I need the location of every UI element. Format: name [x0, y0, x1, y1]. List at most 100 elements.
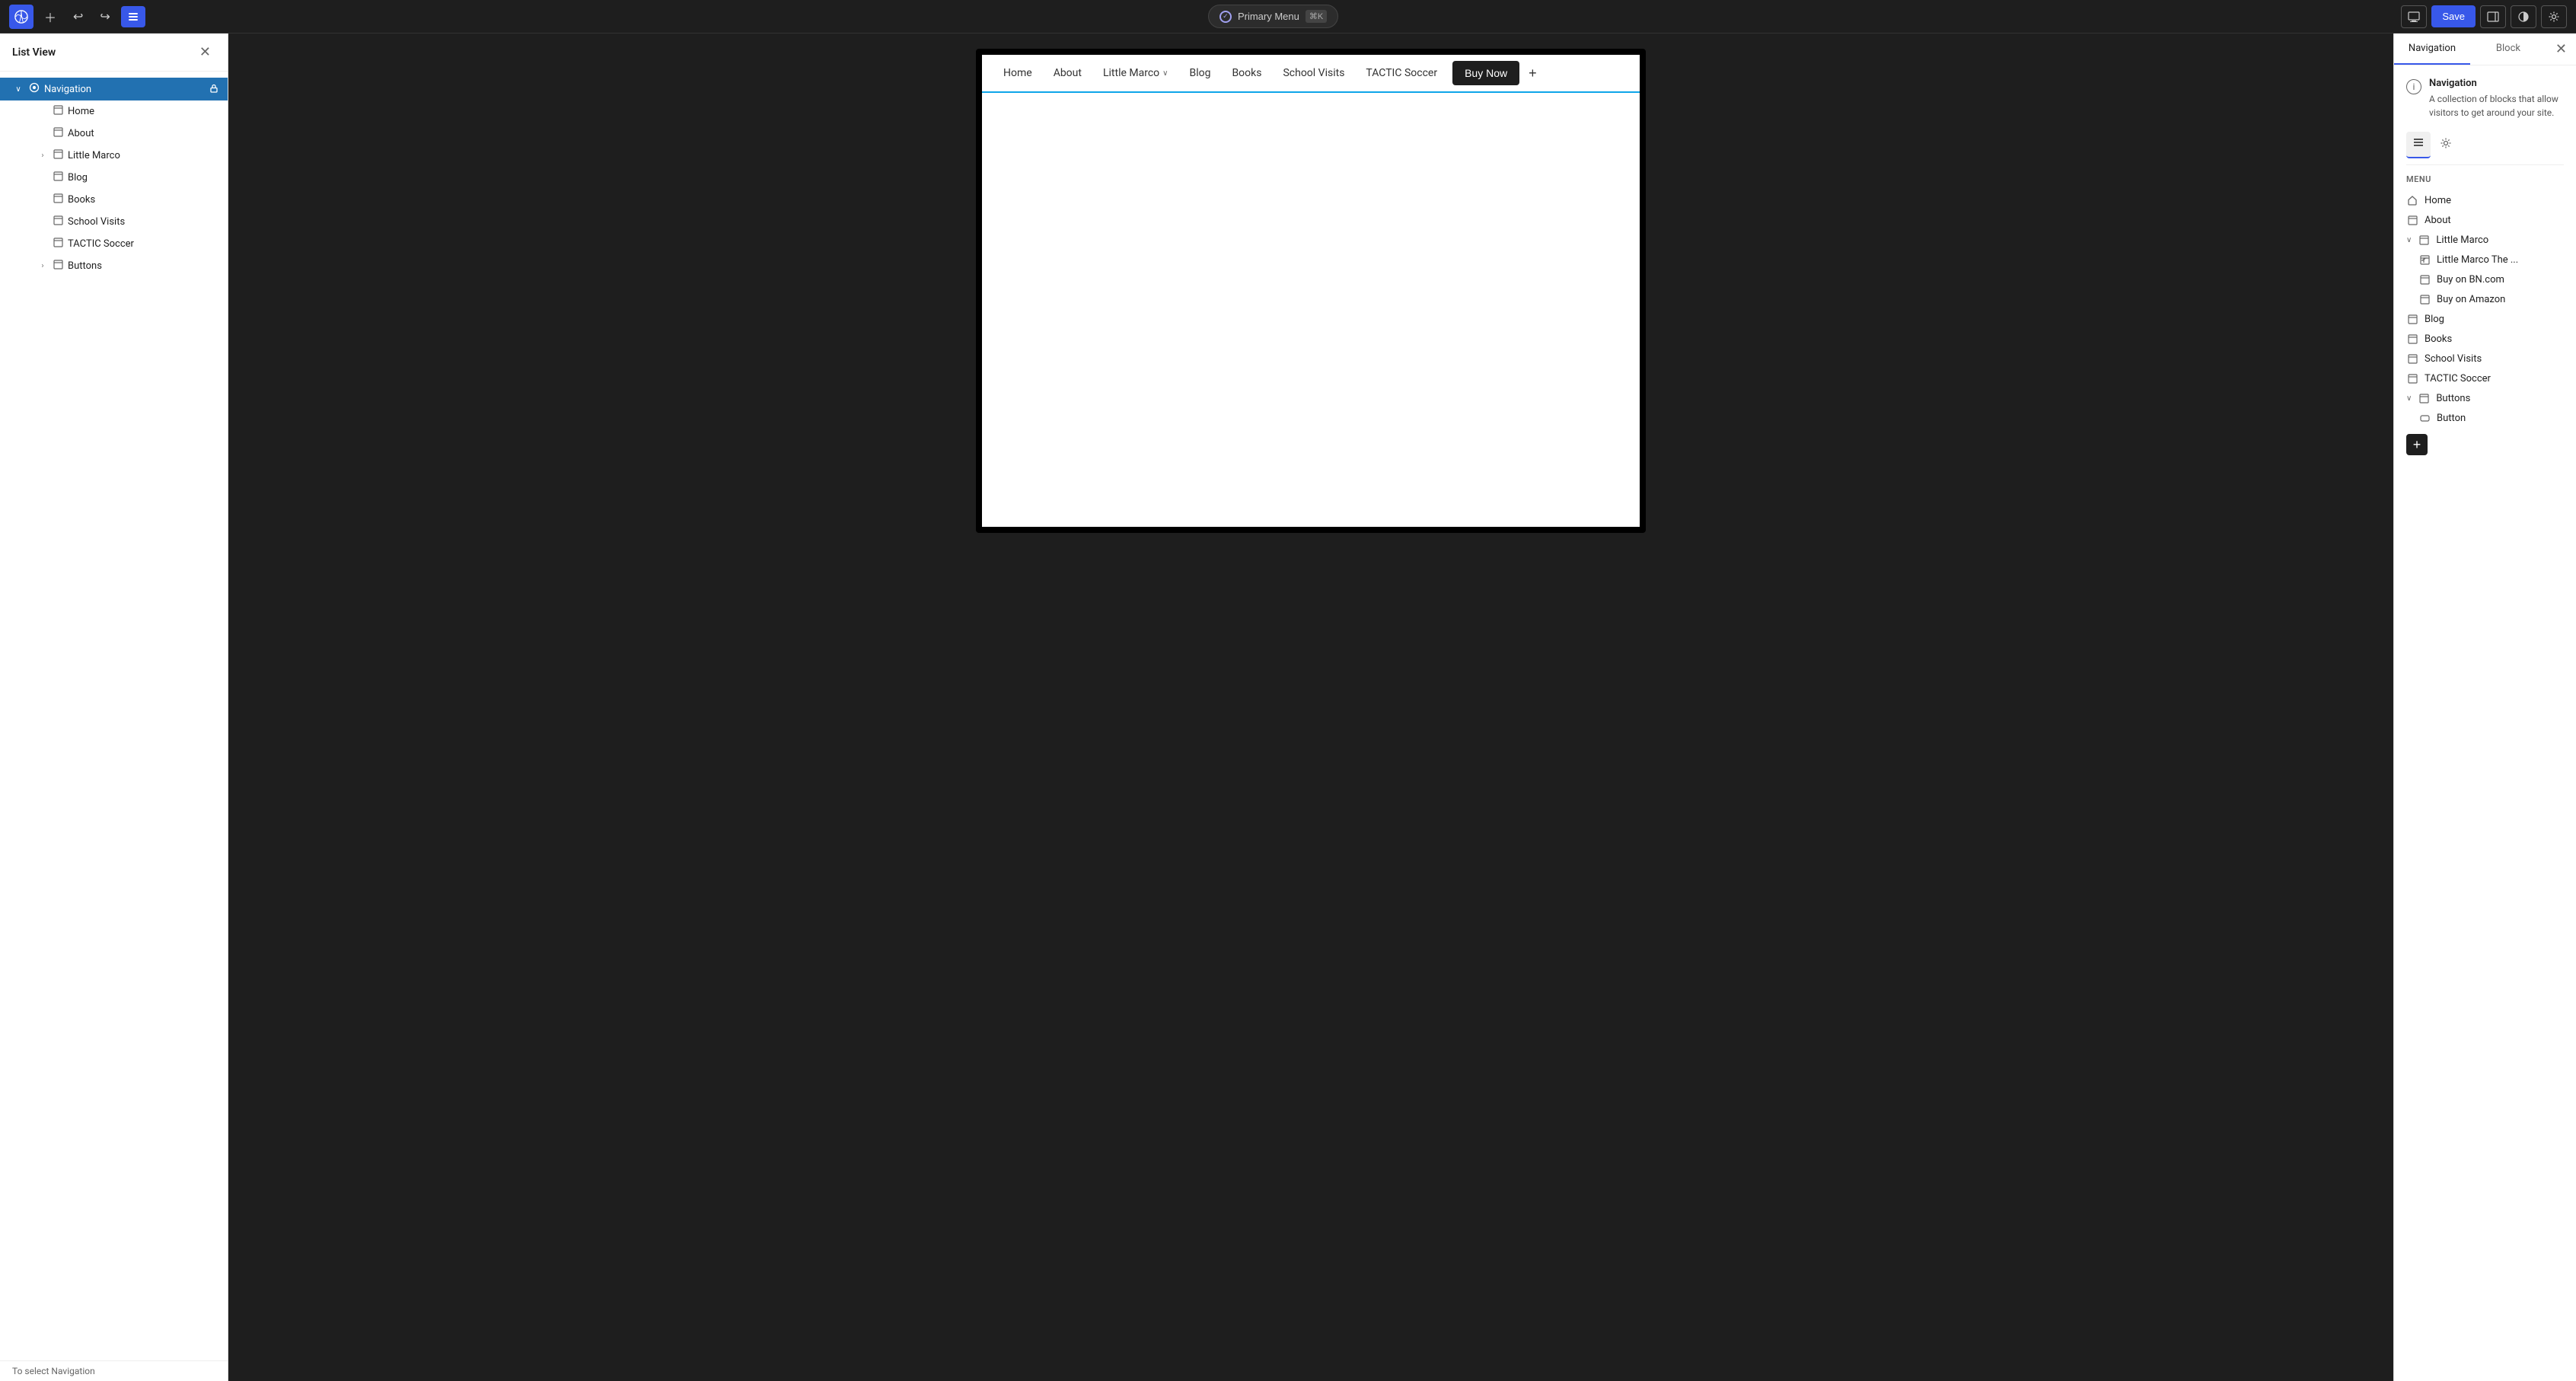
menu-item-home-label: Home: [2425, 195, 2451, 206]
nav-school-visits[interactable]: School Visits: [1274, 61, 1353, 85]
list-settings-tab[interactable]: [2406, 132, 2431, 158]
menu-section: Menu Home: [2406, 174, 2564, 461]
redo-button[interactable]: ↪: [94, 5, 116, 29]
toolbar-center: Primary Menu ⌘K: [150, 5, 2397, 28]
tree-item-about[interactable]: About: [0, 123, 228, 145]
right-panel-sub-tabs: [2406, 132, 2564, 165]
nav-home[interactable]: Home: [994, 61, 1041, 85]
site-navigation: Home About Little Marco Blog Books Schoo…: [982, 55, 1640, 93]
menu-item-button[interactable]: Button: [2406, 408, 2564, 428]
tree-item-navigation[interactable]: ∨ Navigation: [0, 78, 228, 100]
expand-little-marco[interactable]: ›: [37, 150, 49, 162]
home-page-icon: [53, 105, 63, 118]
nav-blog[interactable]: Blog: [1180, 61, 1219, 85]
nav-add-item[interactable]: +: [1522, 62, 1543, 85]
navigation-info-title: Navigation: [2429, 78, 2564, 89]
little-marco-menu-icon: [2418, 234, 2430, 246]
toolbar: ＋ ↩ ↪ Primary Menu ⌘K Save: [0, 0, 2576, 33]
primary-menu-label: Primary Menu: [1238, 11, 1299, 22]
books-menu-icon: [2406, 333, 2418, 345]
nav-about[interactable]: About: [1044, 61, 1091, 85]
add-block-button[interactable]: ＋: [38, 3, 62, 30]
nav-little-marco[interactable]: Little Marco: [1094, 61, 1178, 85]
left-panel: List View ✕ ∨ Navigation: [0, 33, 228, 1381]
tree-item-home[interactable]: Home: [0, 100, 228, 123]
menu-item-buy-on-amazon[interactable]: Buy on Amazon: [2406, 289, 2564, 309]
tree-item-buttons[interactable]: › Buttons: [0, 255, 228, 277]
menu-item-about[interactable]: About: [2406, 210, 2564, 230]
menu-item-books[interactable]: Books: [2406, 329, 2564, 349]
menu-item-little-marco-parent[interactable]: ∨ Little Marco: [2406, 230, 2564, 250]
no-expand: [37, 216, 49, 228]
tree-item-buttons-label: Buttons: [68, 260, 102, 272]
close-right-panel-button[interactable]: ✕: [2546, 35, 2576, 63]
buttons-icon: [53, 260, 63, 273]
main-layout: List View ✕ ∨ Navigation: [0, 33, 2576, 1381]
sidebar-toggle-button[interactable]: [2480, 5, 2506, 28]
menu-item-tactic-soccer[interactable]: TACTIC Soccer: [2406, 368, 2564, 388]
contrast-button[interactable]: [2511, 5, 2536, 28]
close-left-panel-button[interactable]: ✕: [195, 43, 215, 62]
tree-item-about-label: About: [68, 128, 94, 139]
lock-icon: [209, 84, 218, 95]
list-view-button[interactable]: [121, 6, 145, 27]
blog-icon: [53, 171, 63, 184]
tree-item-navigation-label: Navigation: [44, 84, 91, 95]
menu-item-blog[interactable]: Blog: [2406, 309, 2564, 329]
tab-block[interactable]: Block: [2470, 33, 2546, 65]
expand-icon: ∨: [12, 83, 24, 95]
menu-item-home[interactable]: Home: [2406, 190, 2564, 210]
menu-item-school-visits[interactable]: School Visits: [2406, 349, 2564, 368]
menu-item-little-marco-the[interactable]: Little Marco The ...: [2406, 250, 2564, 270]
no-expand: [37, 106, 49, 118]
nav-books[interactable]: Books: [1223, 61, 1270, 85]
little-marco-the-icon: [2418, 254, 2431, 266]
menu-item-little-marco-label: Little Marco: [2436, 234, 2488, 246]
save-button[interactable]: Save: [2431, 5, 2476, 27]
right-panel-content: i Navigation A collection of blocks that…: [2394, 65, 2576, 1381]
little-marco-icon: [53, 149, 63, 162]
buy-on-bn-icon: [2418, 273, 2431, 285]
canvas-inner[interactable]: Home About Little Marco Blog Books Schoo…: [982, 55, 1640, 527]
tree-item-books[interactable]: Books: [0, 189, 228, 211]
tree-item-books-label: Books: [68, 194, 95, 206]
undo-button[interactable]: ↩: [67, 5, 89, 29]
tree-item-tactic-soccer-label: TACTIC Soccer: [68, 238, 134, 250]
buy-on-amazon-icon: [2418, 293, 2431, 305]
tab-navigation[interactable]: Navigation: [2394, 33, 2470, 65]
menu-item-buy-on-bn[interactable]: Buy on BN.com: [2406, 270, 2564, 289]
little-marco-chevron: ∨: [2406, 236, 2412, 244]
school-visits-icon: [53, 215, 63, 228]
right-panel: Navigation Block ✕ i Navigation A collec…: [2393, 33, 2576, 1381]
wordpress-logo[interactable]: [9, 5, 33, 29]
navigation-info-icon: i: [2406, 79, 2421, 94]
navigation-info: i Navigation A collection of blocks that…: [2406, 78, 2564, 120]
right-panel-header: Navigation Block ✕: [2394, 33, 2576, 65]
toolbar-left: ＋ ↩ ↪: [9, 3, 145, 30]
menu-item-buy-on-bn-label: Buy on BN.com: [2437, 274, 2504, 285]
menu-item-buttons-parent[interactable]: ∨ Buttons: [2406, 388, 2564, 408]
navigation-info-description: A collection of blocks that allow visito…: [2429, 92, 2564, 120]
expand-buttons[interactable]: ›: [37, 260, 49, 273]
menu-item-button-label: Button: [2437, 413, 2466, 424]
tree-item-little-marco[interactable]: › Little Marco: [0, 145, 228, 167]
tree-item-school-visits[interactable]: School Visits: [0, 211, 228, 233]
no-expand: [37, 194, 49, 206]
add-menu-item-button[interactable]: +: [2406, 434, 2428, 455]
primary-menu-button[interactable]: Primary Menu ⌘K: [1208, 5, 1338, 28]
gear-settings-tab[interactable]: [2434, 132, 2458, 158]
home-menu-icon: [2406, 194, 2418, 206]
menu-item-little-marco-the-label: Little Marco The ...: [2437, 254, 2518, 266]
primary-menu-icon: [1219, 11, 1232, 23]
panel-title: List View: [12, 46, 56, 59]
menu-item-buy-on-amazon-label: Buy on Amazon: [2437, 294, 2505, 305]
tree-item-tactic-soccer[interactable]: TACTIC Soccer: [0, 233, 228, 255]
settings-button[interactable]: [2541, 5, 2567, 28]
tree-item-little-marco-label: Little Marco: [68, 150, 120, 161]
tree-item-blog-label: Blog: [68, 172, 88, 183]
nav-tactic-soccer[interactable]: TACTIC Soccer: [1357, 61, 1446, 85]
nav-buy-now[interactable]: Buy Now: [1452, 61, 1519, 85]
desktop-view-button[interactable]: [2401, 5, 2427, 28]
menu-item-buttons-label: Buttons: [2436, 393, 2470, 404]
tree-item-blog[interactable]: Blog: [0, 167, 228, 189]
